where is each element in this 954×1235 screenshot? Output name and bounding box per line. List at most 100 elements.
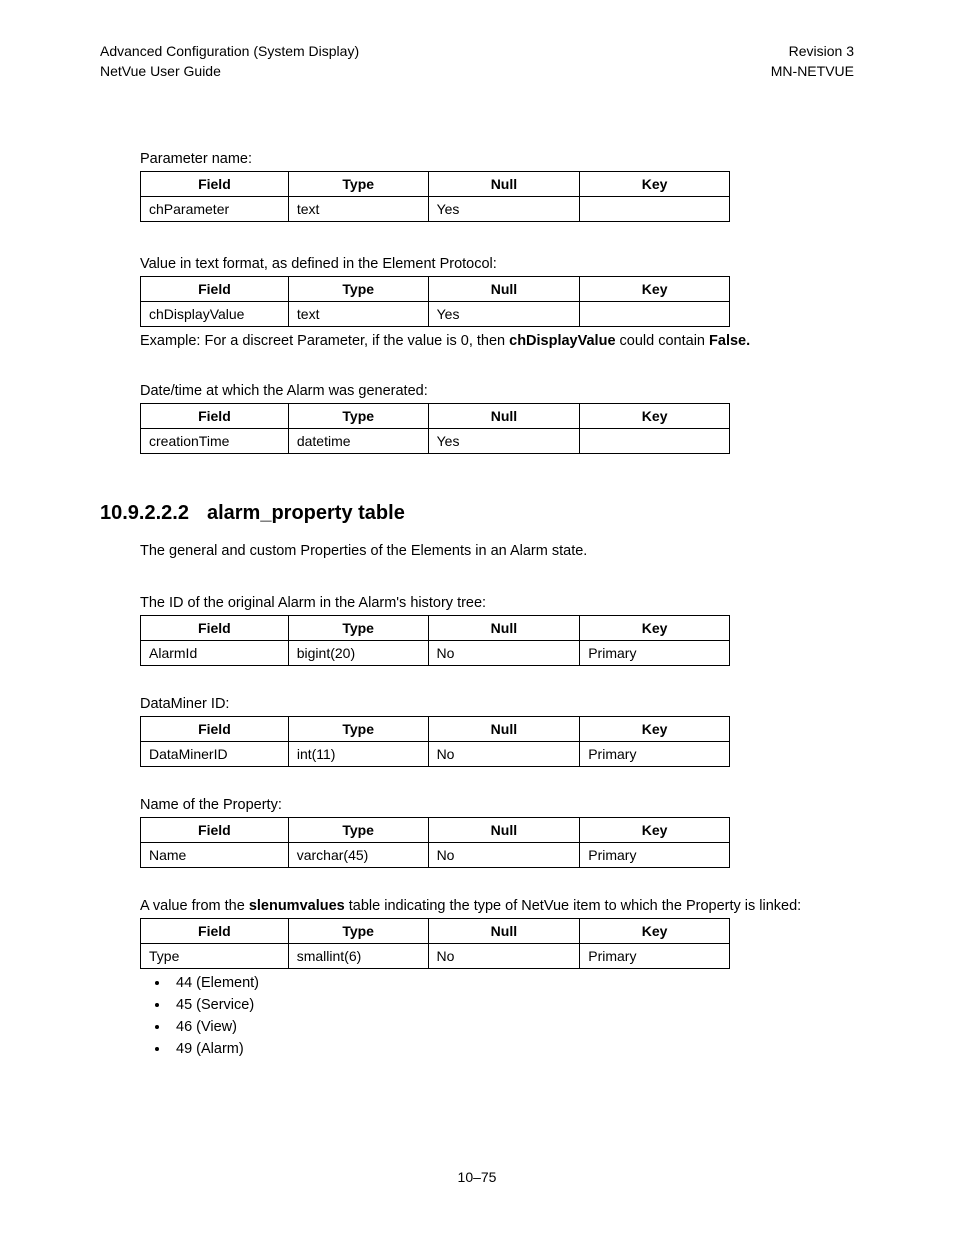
caption-type-pre: A value from the <box>140 898 249 914</box>
table-creationtime: Field Type Null Key creationTime datetim… <box>140 403 730 454</box>
th-null: Null <box>428 277 580 302</box>
th-key: Key <box>580 717 730 742</box>
caption-alarmid: The ID of the original Alarm in the Alar… <box>140 595 854 611</box>
table-name: Field Type Null Key Name varchar(45) No … <box>140 817 730 868</box>
th-field: Field <box>141 717 289 742</box>
list-item: 44 (Element) <box>170 975 854 991</box>
cell-key: Primary <box>580 944 730 969</box>
page-header: Advanced Configuration (System Display) … <box>100 42 854 81</box>
caption-dataminerid: DataMiner ID: <box>140 696 854 712</box>
header-left-line2: NetVue User Guide <box>100 62 359 82</box>
th-type: Type <box>288 172 428 197</box>
cell-key <box>580 302 730 327</box>
cell-null: No <box>428 843 580 868</box>
caption-type: A value from the slenumvalues table indi… <box>140 898 854 914</box>
header-left-line1: Advanced Configuration (System Display) <box>100 42 359 62</box>
cell-type: int(11) <box>288 742 428 767</box>
list-item: 49 (Alarm) <box>170 1041 854 1057</box>
cell-key: Primary <box>580 742 730 767</box>
block-creationtime: Date/time at which the Alarm was generat… <box>140 383 854 454</box>
table-header-row: Field Type Null Key <box>141 277 730 302</box>
th-null: Null <box>428 919 580 944</box>
table-header-row: Field Type Null Key <box>141 172 730 197</box>
th-null: Null <box>428 172 580 197</box>
table-row: Name varchar(45) No Primary <box>141 843 730 868</box>
example-text: Example: For a discreet Parameter, if th… <box>140 333 854 349</box>
section-heading: 10.9.2.2.2 alarm_property table <box>100 502 854 525</box>
th-type: Type <box>288 919 428 944</box>
example-bold1: chDisplayValue <box>509 333 615 349</box>
section-number: 10.9.2.2.2 <box>100 502 189 525</box>
th-null: Null <box>428 818 580 843</box>
th-key: Key <box>580 277 730 302</box>
header-right-line1: Revision 3 <box>771 42 854 62</box>
table-dataminerid: Field Type Null Key DataMinerID int(11) … <box>140 716 730 767</box>
table-row: chParameter text Yes <box>141 197 730 222</box>
header-right-line2: MN-NETVUE <box>771 62 854 82</box>
th-type: Type <box>288 277 428 302</box>
th-field: Field <box>141 172 289 197</box>
block-name: Name of the Property: Field Type Null Ke… <box>140 797 854 868</box>
th-key: Key <box>580 919 730 944</box>
cell-null: No <box>428 944 580 969</box>
cell-null: Yes <box>428 429 580 454</box>
type-bullets: 44 (Element) 45 (Service) 46 (View) 49 (… <box>140 975 854 1057</box>
th-key: Key <box>580 818 730 843</box>
table-type: Field Type Null Key Type smallint(6) No … <box>140 918 730 969</box>
th-type: Type <box>288 818 428 843</box>
cell-field: AlarmId <box>141 641 289 666</box>
cell-field: chParameter <box>141 197 289 222</box>
table-header-row: Field Type Null Key <box>141 404 730 429</box>
cell-key: Primary <box>580 641 730 666</box>
list-item: 45 (Service) <box>170 997 854 1013</box>
block-alarmid: The ID of the original Alarm in the Alar… <box>140 595 854 666</box>
th-field: Field <box>141 818 289 843</box>
table-row: DataMinerID int(11) No Primary <box>141 742 730 767</box>
table-chparameter: Field Type Null Key chParameter text Yes <box>140 171 730 222</box>
cell-field: Name <box>141 843 289 868</box>
th-type: Type <box>288 404 428 429</box>
caption-chparameter: Parameter name: <box>140 151 854 167</box>
th-key: Key <box>580 404 730 429</box>
cell-type: datetime <box>288 429 428 454</box>
cell-field: Type <box>141 944 289 969</box>
th-field: Field <box>141 404 289 429</box>
th-null: Null <box>428 616 580 641</box>
caption-name: Name of the Property: <box>140 797 854 813</box>
table-row: Type smallint(6) No Primary <box>141 944 730 969</box>
page-number: 10–75 <box>0 1169 954 1185</box>
table-header-row: Field Type Null Key <box>141 818 730 843</box>
cell-type: text <box>288 302 428 327</box>
th-field: Field <box>141 277 289 302</box>
cell-type: varchar(45) <box>288 843 428 868</box>
th-field: Field <box>141 919 289 944</box>
cell-null: No <box>428 641 580 666</box>
block-type: A value from the slenumvalues table indi… <box>140 898 854 1057</box>
caption-type-post: table indicating the type of NetVue item… <box>345 898 801 914</box>
cell-field: creationTime <box>141 429 289 454</box>
cell-type: bigint(20) <box>288 641 428 666</box>
block-chparameter: Parameter name: Field Type Null Key chPa… <box>140 151 854 222</box>
section-intro: The general and custom Properties of the… <box>140 543 854 559</box>
table-row: AlarmId bigint(20) No Primary <box>141 641 730 666</box>
table-row: creationTime datetime Yes <box>141 429 730 454</box>
cell-null: Yes <box>428 302 580 327</box>
th-key: Key <box>580 172 730 197</box>
table-alarmid: Field Type Null Key AlarmId bigint(20) N… <box>140 615 730 666</box>
section-title: alarm_property table <box>207 502 405 524</box>
block-chdisplayvalue: Value in text format, as defined in the … <box>140 256 854 349</box>
caption-creationtime: Date/time at which the Alarm was generat… <box>140 383 854 399</box>
example-bold2: False. <box>709 333 750 349</box>
example-pre: Example: For a discreet Parameter, if th… <box>140 333 509 349</box>
cell-key <box>580 429 730 454</box>
cell-null: No <box>428 742 580 767</box>
table-header-row: Field Type Null Key <box>141 616 730 641</box>
cell-type: text <box>288 197 428 222</box>
th-type: Type <box>288 616 428 641</box>
list-item: 46 (View) <box>170 1019 854 1035</box>
table-header-row: Field Type Null Key <box>141 919 730 944</box>
th-type: Type <box>288 717 428 742</box>
cell-key <box>580 197 730 222</box>
example-mid: could contain <box>616 333 710 349</box>
table-header-row: Field Type Null Key <box>141 717 730 742</box>
